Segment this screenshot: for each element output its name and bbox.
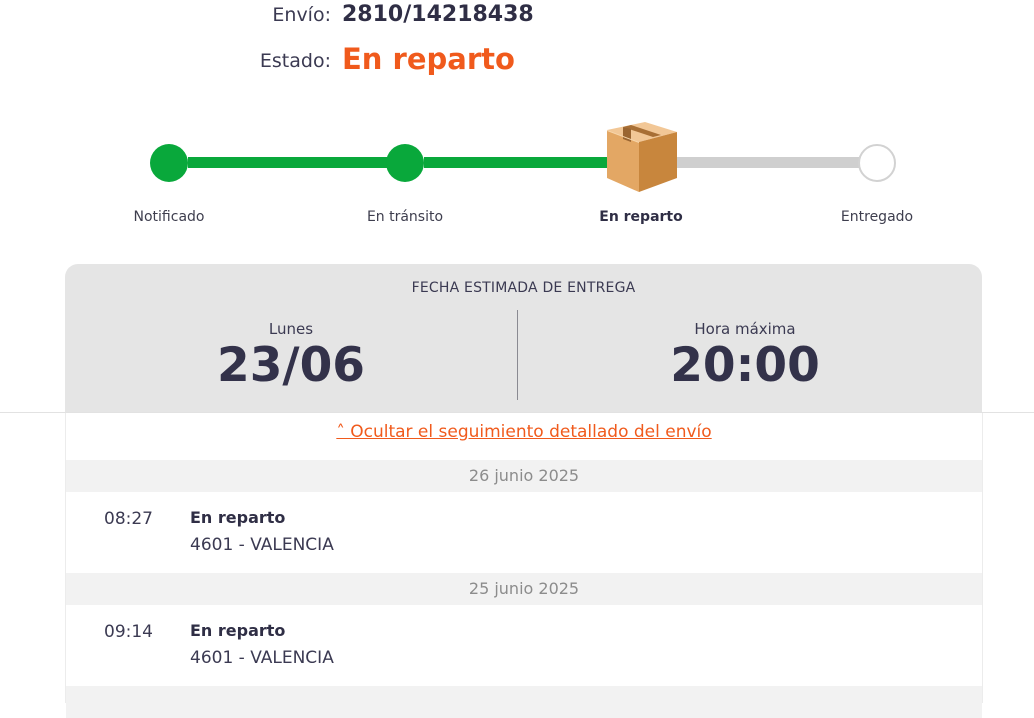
track-segment-pending bbox=[676, 157, 866, 168]
track-segment-done bbox=[424, 157, 614, 168]
estimated-delivery-card: FECHA ESTIMADA DE ENTREGA Lunes 23/06 Ho… bbox=[65, 264, 982, 412]
hide-tracking-details-link[interactable]: ˄ Ocultar el seguimiento detallado del e… bbox=[66, 422, 982, 442]
max-time: 20:00 bbox=[670, 338, 820, 393]
event-status: En reparto bbox=[190, 508, 286, 527]
event-location: 4601 - VALENCIA bbox=[190, 648, 334, 668]
date-header: 25 junio 2025 bbox=[66, 573, 982, 605]
tracking-event: 09:14 En reparto 4601 - VALENCIA bbox=[66, 605, 982, 686]
delivery-date: 23/06 bbox=[217, 338, 365, 393]
step-label-notificado: Notificado bbox=[133, 209, 205, 225]
track-segment-done bbox=[188, 157, 388, 168]
event-status: En reparto bbox=[190, 621, 286, 640]
step-label-entregado: Entregado bbox=[840, 209, 914, 225]
event-time: 08:27 bbox=[104, 509, 153, 529]
step-dot-en-transito bbox=[386, 144, 424, 182]
step-dot-notificado bbox=[150, 144, 188, 182]
shipment-label: Envío: bbox=[272, 4, 331, 26]
status-label: Estado: bbox=[259, 50, 331, 72]
event-time: 09:14 bbox=[104, 622, 153, 642]
date-header: 26 junio 2025 bbox=[66, 460, 982, 492]
tracking-event: 08:27 En reparto 4601 - VALENCIA bbox=[66, 492, 982, 573]
step-label-en-reparto: En reparto bbox=[599, 209, 683, 225]
package-box-icon bbox=[607, 122, 677, 192]
shipment-number: 2810/14218438 bbox=[342, 2, 534, 27]
event-location: 4601 - VALENCIA bbox=[190, 535, 334, 555]
estimated-delivery-title: FECHA ESTIMADA DE ENTREGA bbox=[411, 280, 636, 296]
tracking-detail-panel: ˄ Ocultar el seguimiento detallado del e… bbox=[65, 413, 983, 718]
max-time-label: Hora máxima bbox=[694, 320, 796, 338]
delivery-time-block: Hora máxima 20:00 bbox=[519, 320, 971, 389]
delivery-day-label: Lunes bbox=[268, 320, 314, 338]
step-label-en-transito: En tránsito bbox=[366, 209, 444, 225]
divider bbox=[517, 310, 518, 400]
delivery-date-block: Lunes 23/06 bbox=[65, 320, 517, 389]
step-dot-entregado bbox=[858, 144, 896, 182]
status-value: En reparto bbox=[342, 42, 515, 76]
